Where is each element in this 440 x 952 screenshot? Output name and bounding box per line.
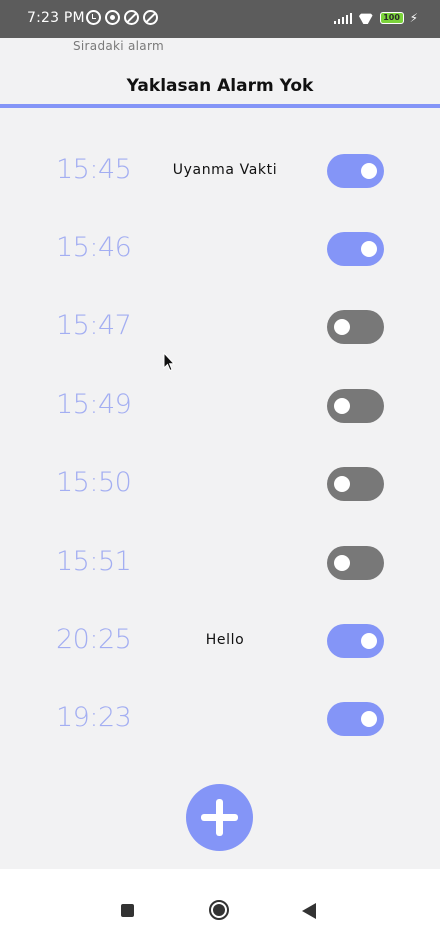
alarm-time: 15:51 bbox=[56, 546, 132, 577]
header: Siradaki alarm Yaklasan Alarm Yok bbox=[0, 38, 440, 104]
status-bar: 7:23 PM 100 ⚡ bbox=[0, 0, 440, 38]
alarm-toggle[interactable] bbox=[327, 702, 384, 736]
toggle-knob bbox=[361, 633, 377, 649]
alarm-row[interactable]: 15:47 bbox=[0, 298, 440, 358]
alarm-time: 15:46 bbox=[56, 232, 132, 263]
add-alarm-button[interactable] bbox=[186, 784, 253, 851]
toggle-knob bbox=[334, 398, 350, 414]
alarm-row[interactable]: 20:25 Hello bbox=[0, 612, 440, 672]
alarm-toggle[interactable] bbox=[327, 467, 384, 501]
header-divider bbox=[0, 104, 440, 108]
toggle-knob bbox=[334, 555, 350, 571]
recents-icon[interactable] bbox=[121, 904, 134, 917]
alarm-time: 15:49 bbox=[56, 389, 132, 420]
status-time: 7:23 PM bbox=[27, 10, 85, 26]
alarm-toggle[interactable] bbox=[327, 310, 384, 344]
wifi-icon bbox=[358, 12, 374, 24]
navigation-bar bbox=[0, 869, 440, 952]
alarm-row[interactable]: 15:51 bbox=[0, 534, 440, 594]
blocked-icon bbox=[124, 10, 139, 25]
alarm-time: 19:23 bbox=[56, 702, 132, 733]
alarm-label: Uyanma Vakti bbox=[172, 162, 278, 178]
toggle-knob bbox=[361, 163, 377, 179]
alarm-time: 15:50 bbox=[56, 467, 132, 498]
home-icon[interactable] bbox=[209, 900, 229, 920]
toggle-knob bbox=[361, 241, 377, 257]
toggle-knob bbox=[361, 711, 377, 727]
mouse-cursor-icon bbox=[163, 352, 175, 372]
toggle-knob bbox=[334, 319, 350, 335]
alarm-app-screen: 7:23 PM 100 ⚡ Siradaki alarm Yaklasan Al… bbox=[0, 0, 440, 952]
whatsapp-icon bbox=[105, 10, 120, 25]
alarm-toggle[interactable] bbox=[327, 154, 384, 188]
alarm-toggle[interactable] bbox=[327, 624, 384, 658]
alarm-row[interactable]: 15:50 bbox=[0, 455, 440, 515]
system-icons: 100 ⚡ bbox=[333, 11, 418, 25]
blocked-icon bbox=[143, 10, 158, 25]
alarm-row[interactable]: 19:23 bbox=[0, 690, 440, 750]
next-alarm-label: Siradaki alarm bbox=[73, 39, 164, 53]
alarm-time: 15:45 bbox=[56, 154, 132, 185]
signal-icon bbox=[333, 12, 352, 24]
alarm-row[interactable]: 15:46 bbox=[0, 220, 440, 280]
alarm-time: 20:25 bbox=[56, 624, 132, 655]
alarm-row[interactable]: 15:49 bbox=[0, 377, 440, 437]
alarm-toggle[interactable] bbox=[327, 546, 384, 580]
alarm-label: Hello bbox=[205, 632, 245, 648]
charging-icon: ⚡ bbox=[409, 11, 418, 25]
alarm-time: 15:47 bbox=[56, 310, 132, 341]
battery-icon: 100 bbox=[379, 12, 404, 24]
toggle-knob bbox=[334, 476, 350, 492]
alarm-toggle[interactable] bbox=[327, 389, 384, 423]
alarm-toggle[interactable] bbox=[327, 232, 384, 266]
alarm-icon bbox=[86, 10, 101, 25]
back-icon[interactable] bbox=[302, 903, 316, 919]
alarm-row[interactable]: 15:45 Uyanma Vakti bbox=[0, 142, 440, 202]
page-title: Yaklasan Alarm Yok bbox=[126, 76, 314, 96]
notification-icons bbox=[86, 10, 158, 25]
